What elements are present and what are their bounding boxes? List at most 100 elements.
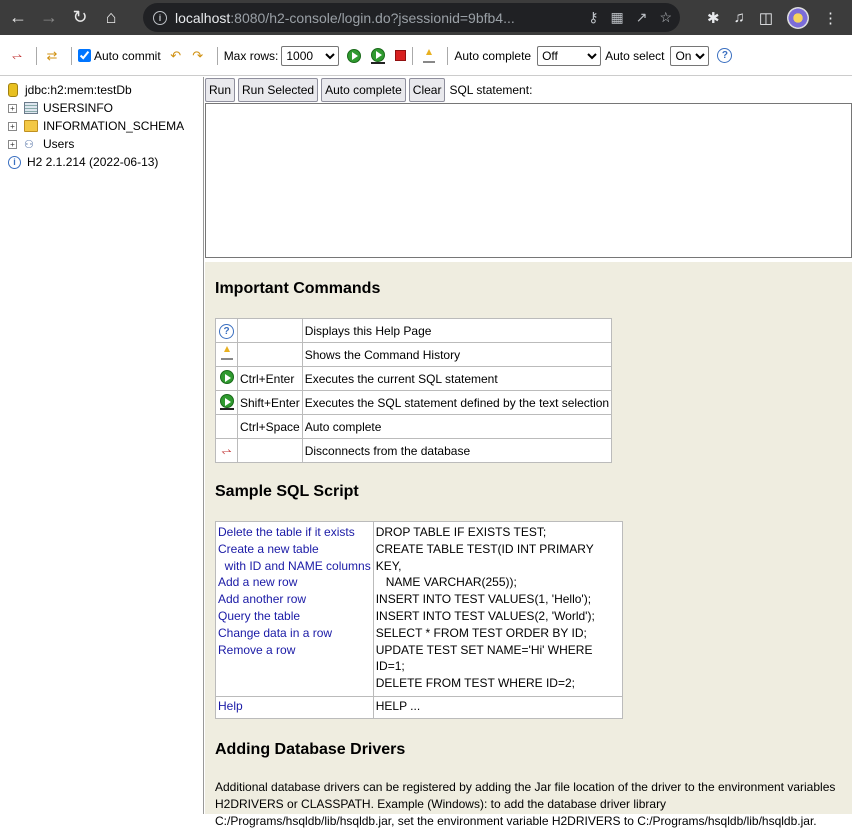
run-icon: [219, 370, 234, 384]
toolbar-divider: [447, 46, 449, 65]
users-icon: ⚇: [24, 139, 34, 151]
expand-icon[interactable]: +: [8, 103, 17, 113]
run-selected-icon[interactable]: [371, 47, 386, 64]
sample-sql-line: INSERT INTO TEST VALUES(1, 'Hello');: [375, 592, 592, 607]
table-row: ? Displays this Help Page: [215, 318, 613, 343]
table-row: Shows the Command History: [215, 342, 613, 367]
table-row: ⥋ Disconnects from the database: [215, 438, 613, 463]
run-selected-button[interactable]: Run Selected: [238, 78, 319, 102]
sample-sql-line: CREATE TABLE TEST(ID INT PRIMARY KEY,: [375, 541, 594, 573]
table-icon: [24, 102, 38, 114]
url-host: localhost: [175, 9, 231, 26]
history-icon: [220, 346, 233, 360]
toolbar-divider: [216, 46, 218, 65]
tree-item-information-schema[interactable]: + INFORMATION_SCHEMA: [0, 117, 203, 135]
shortcut-cell: [237, 342, 303, 367]
drivers-text: Additional database drivers can be regis…: [215, 779, 836, 828]
sample-link-create-columns[interactable]: with ID and NAME columns: [218, 558, 371, 575]
table-row: Ctrl+Enter Executes the current SQL stat…: [215, 366, 613, 391]
sample-sql-line: HELP ...: [372, 695, 623, 719]
version-label: H2 2.1.214 (2022-06-13): [27, 155, 159, 169]
disconnect-icon[interactable]: ⥋: [8, 47, 26, 65]
shortcut-cell: [237, 438, 303, 463]
sample-link-create[interactable]: Create a new table: [218, 541, 371, 558]
auto-complete-select[interactable]: Off: [537, 45, 602, 66]
tree-item-users[interactable]: + ⚇ Users: [0, 135, 203, 153]
menu-icon[interactable]: ⋮: [823, 9, 838, 27]
commit-icon[interactable]: ↷: [189, 47, 207, 65]
reload-icon[interactable]: ↻: [67, 5, 93, 31]
browser-chrome: ← → ↻ ⌂ i localhost:8080/h2-console/logi…: [0, 0, 852, 35]
run-selected-icon: [219, 394, 234, 410]
extensions-icon[interactable]: ✱: [707, 9, 720, 27]
tree-connection[interactable]: jdbc:h2:mem:testDb: [0, 81, 203, 99]
sample-script-title: Sample SQL Script: [215, 483, 359, 500]
rollback-icon[interactable]: ↶: [167, 47, 185, 65]
sample-link-insert[interactable]: Add a new row: [218, 574, 371, 591]
sample-link-help[interactable]: Help: [218, 699, 243, 713]
help-panel: Important Commands ? Displays this Help …: [205, 262, 852, 828]
sql-input[interactable]: [205, 103, 852, 258]
sample-link-query[interactable]: Query the table: [218, 608, 371, 625]
run-button[interactable]: Run: [205, 78, 236, 102]
sample-link-drop[interactable]: Delete the table if it exists: [218, 524, 371, 541]
key-icon[interactable]: ⚷: [588, 9, 598, 26]
toolbar-divider: [71, 46, 72, 65]
tree-version: i H2 2.1.214 (2022-06-13): [0, 153, 203, 171]
max-rows-select[interactable]: 1000: [281, 45, 340, 66]
shortcut-cell: Ctrl+Space: [237, 414, 303, 439]
sample-sql-line: DELETE FROM TEST WHERE ID=2;: [375, 676, 575, 691]
forward-icon[interactable]: →: [36, 5, 62, 31]
auto-complete-button[interactable]: Auto complete: [321, 78, 406, 102]
sample-sql-line: SELECT * FROM TEST ORDER BY ID;: [375, 625, 587, 640]
media-icon[interactable]: ♫: [734, 9, 745, 26]
important-commands-title: Important Commands: [215, 280, 381, 297]
toolbar-divider: [36, 46, 37, 65]
tree-item-label: INFORMATION_SCHEMA: [43, 119, 185, 133]
tree-item-usersinfo[interactable]: + USERSINFO: [0, 99, 203, 117]
sample-link-delete[interactable]: Remove a row: [218, 642, 371, 659]
run-icon[interactable]: [347, 48, 362, 63]
clear-button[interactable]: Clear: [408, 78, 446, 102]
auto-commit-label: Auto commit: [94, 48, 161, 63]
home-icon[interactable]: ⌂: [98, 5, 124, 31]
stop-icon[interactable]: [395, 50, 407, 61]
auto-commit-checkbox[interactable]: [78, 49, 91, 62]
auto-select-select[interactable]: On: [670, 45, 710, 66]
important-commands-table: ? Displays this Help Page Shows the Comm…: [215, 318, 613, 463]
database-icon: [8, 83, 18, 97]
back-icon[interactable]: ←: [5, 5, 31, 31]
address-bar[interactable]: i localhost:8080/h2-console/login.do?jse…: [143, 3, 680, 32]
description-cell: Executes the current SQL statement: [301, 366, 613, 391]
max-rows-label: Max rows:: [223, 48, 279, 63]
connection-label: jdbc:h2:mem:testDb: [25, 83, 132, 97]
sample-link-update[interactable]: Change data in a row: [218, 625, 371, 642]
disconnect-icon: ⥋: [221, 442, 232, 458]
side-panel-icon[interactable]: ◫: [759, 9, 773, 27]
expand-icon[interactable]: +: [8, 121, 17, 131]
help-icon[interactable]: ?: [717, 48, 733, 63]
table-row: Help HELP ...: [215, 695, 623, 719]
refresh-icon[interactable]: ⇄: [43, 47, 61, 65]
history-icon[interactable]: [423, 48, 436, 63]
url-path: :8080/h2-console/login.do?jsessionid=9bf…: [230, 9, 515, 26]
folder-icon: [24, 120, 38, 132]
profile-avatar[interactable]: [787, 6, 809, 29]
query-panel: Run Run Selected Auto complete Clear SQL…: [205, 77, 852, 262]
sample-sql-line: NAME VARCHAR(255));: [375, 575, 517, 590]
description-cell: Executes the SQL statement defined by th…: [301, 390, 613, 415]
translate-icon[interactable]: ▦: [610, 9, 623, 26]
bookmark-star-icon[interactable]: ☆: [659, 9, 672, 26]
table-row: Delete the table if it exists Create a n…: [215, 521, 623, 697]
expand-icon[interactable]: +: [8, 139, 17, 149]
sample-link-insert-another[interactable]: Add another row: [218, 591, 371, 608]
auto-commit-toggle[interactable]: Auto commit: [78, 49, 161, 63]
table-row: Ctrl+Space Auto complete: [215, 414, 613, 439]
drivers-title: Adding Database Drivers: [215, 740, 406, 758]
description-cell: Disconnects from the database: [301, 438, 613, 463]
h2-toolbar: ⥋ ⇄ Auto commit ↶ ↷ Max rows: 1000 Auto …: [0, 36, 852, 76]
share-icon[interactable]: ↗: [636, 9, 648, 26]
info-icon: i: [8, 155, 21, 169]
help-icon: ?: [219, 323, 234, 339]
site-info-icon[interactable]: i: [153, 10, 167, 25]
